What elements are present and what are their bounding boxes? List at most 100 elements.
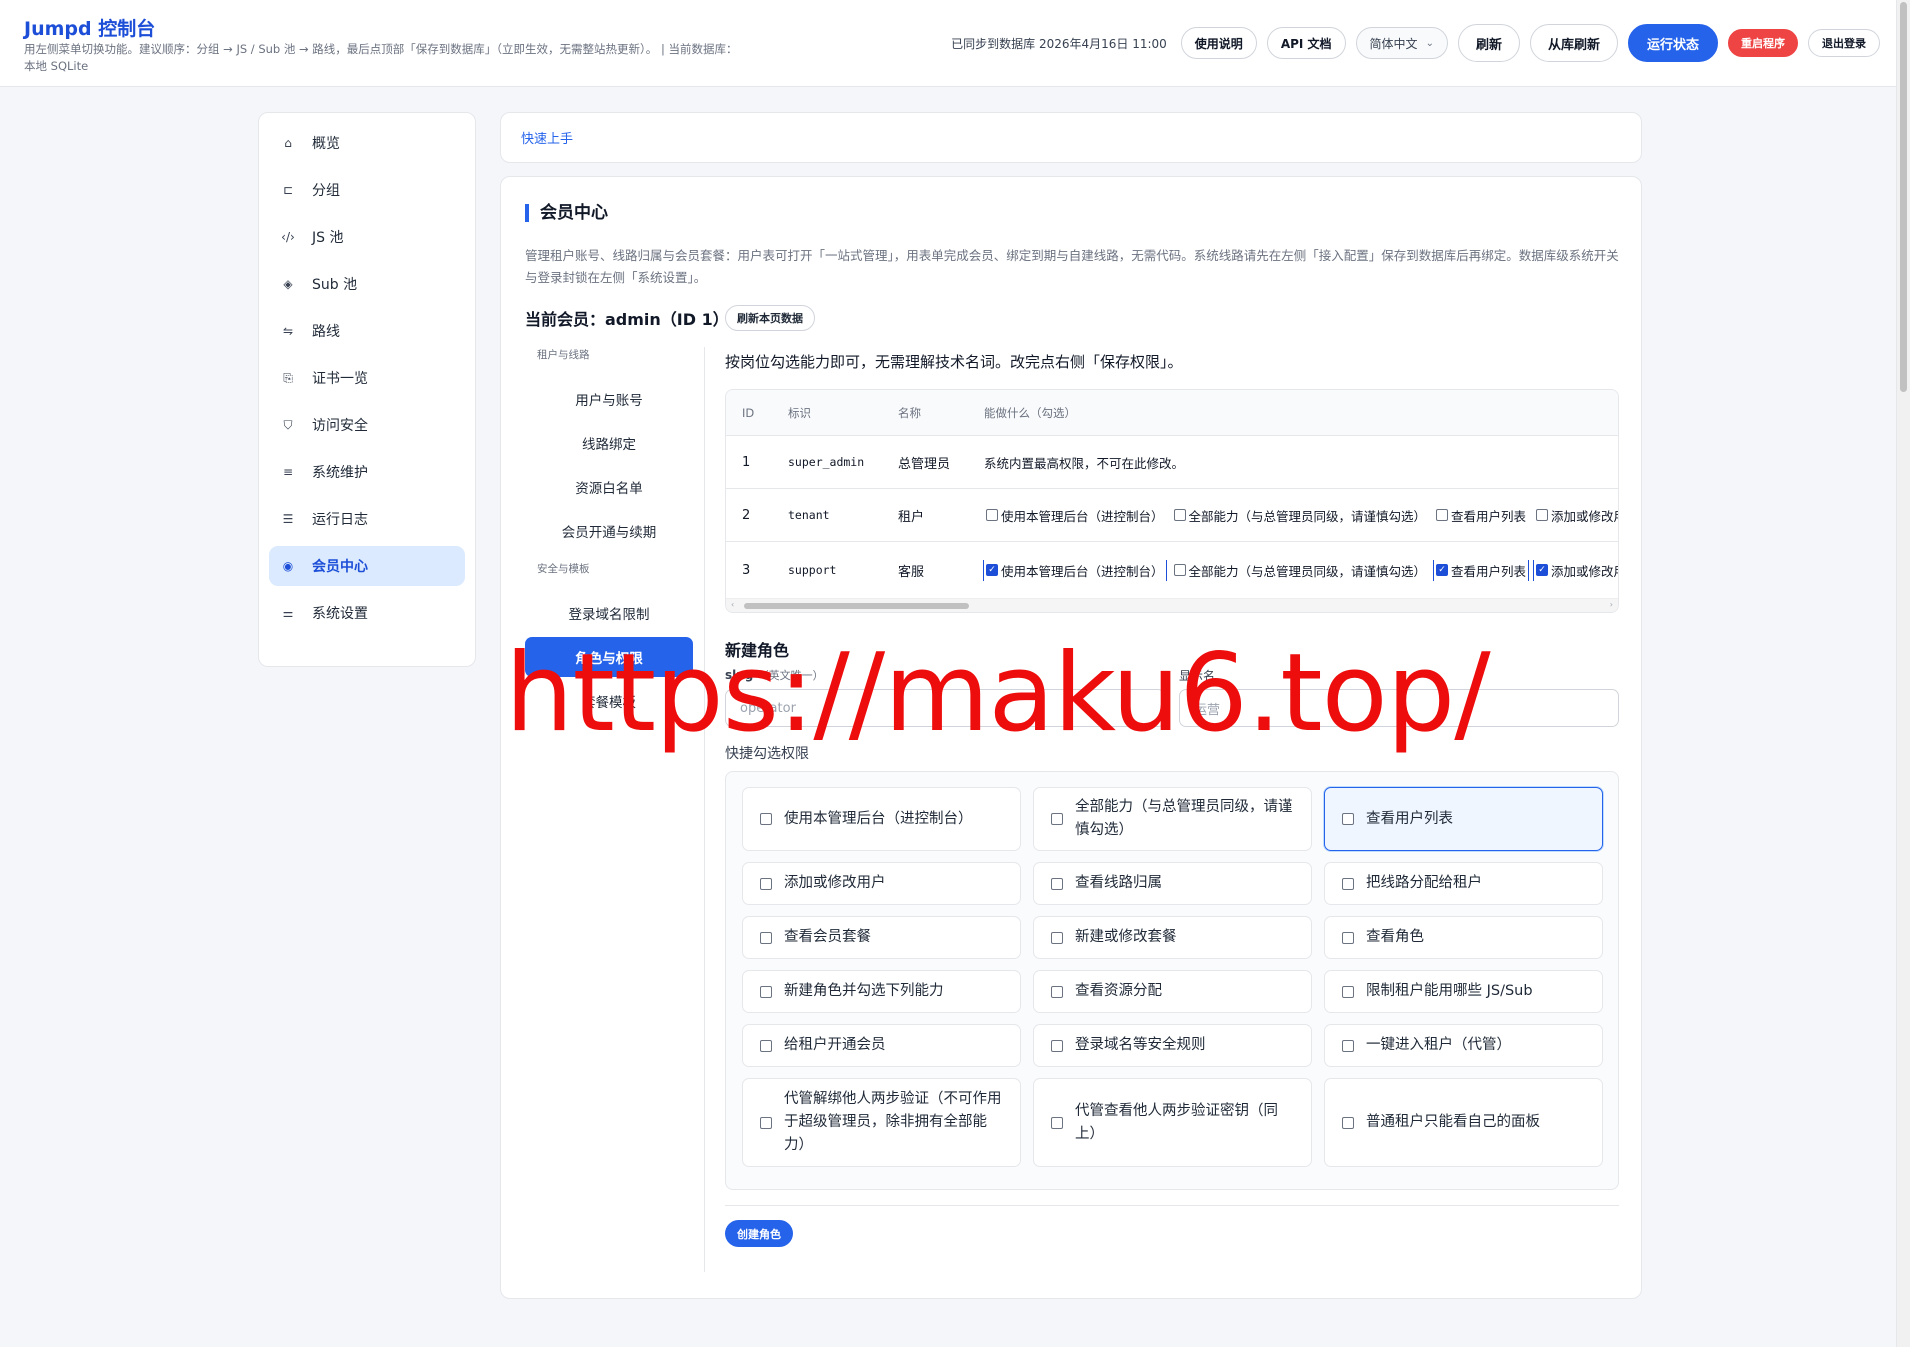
language-select[interactable]: 简体中文 ⌄ [1355,27,1448,59]
help-button[interactable]: 使用说明 [1180,27,1257,59]
page-scrollbar-thumb[interactable] [1900,2,1907,392]
restart-button[interactable]: 重启程序 [1728,29,1798,57]
checkbox-checked-icon[interactable]: ✓ [1436,564,1449,576]
sidebar-item-label: 概览 [312,136,340,152]
subnav-item[interactable]: 会员开通与续期 [525,511,693,551]
checkbox-icon[interactable] [760,985,772,998]
log-icon: ☰ [282,512,294,526]
checkbox-icon[interactable] [1436,509,1449,521]
subnav-item[interactable]: 登录域名限制 [525,593,693,633]
col-name: 名称 [898,405,921,420]
api-docs-button[interactable]: API 文档 [1266,27,1346,59]
capability-checkbox[interactable]: ✓添加或修改用户 [1533,559,1618,581]
sidebar-item-7[interactable]: ≡ 系统维护 [269,452,465,492]
permission-option[interactable]: 全部能力（与总管理员同级，请谨慎勾选） [1033,787,1312,851]
table-horizontal-scrollbar[interactable]: ‹ › [726,598,1618,612]
checkbox-icon[interactable] [986,509,998,521]
permission-option-label: 限制租户能用哪些 JS/Sub [1366,983,1533,999]
table-scrollbar-thumb[interactable] [744,603,969,609]
sidebar-item-5[interactable]: ⎘ 证书一览 [269,358,465,398]
permission-option-label: 新建或修改套餐 [1075,929,1177,945]
permission-option[interactable]: 普通租户只能看自己的面板 [1324,1078,1603,1167]
sidebar-item-1[interactable]: ⊏ 分组 [269,170,465,210]
quick-start-link[interactable]: 快速上手 [500,112,1642,163]
checkbox-icon[interactable] [760,877,772,890]
permission-option[interactable]: 查看用户列表 [1324,787,1603,851]
checkbox-icon[interactable] [1342,1039,1354,1052]
capability-checkbox[interactable]: 全部能力（与总管理员同级，请谨慎勾选） [1172,560,1429,581]
permission-option[interactable]: 查看线路归属 [1033,862,1312,905]
permission-option[interactable]: 把线路分配给租户 [1324,862,1603,905]
sync-status: 已同步到数据库 2026年4月16日 11:00 [951,36,1167,51]
permission-option[interactable]: 新建角色并勾选下列能力 [742,970,1021,1013]
checkbox-icon[interactable] [1342,877,1354,890]
capability-label: 查看用户列表 [1451,508,1527,524]
page-scrollbar[interactable] [1896,0,1910,1347]
checkbox-icon[interactable] [1342,1116,1354,1129]
subnav-item[interactable]: 线路绑定 [525,423,693,463]
capability-checkbox[interactable]: 全部能力（与总管理员同级，请谨慎勾选） [1172,505,1429,526]
checkbox-icon[interactable] [1051,813,1063,825]
checkbox-icon[interactable] [1342,931,1354,944]
checkbox-icon[interactable] [1051,985,1063,998]
logout-button[interactable]: 退出登录 [1808,29,1880,57]
permission-option[interactable]: 给租户开通会员 [742,1024,1021,1067]
create-role-button[interactable]: 创建角色 [725,1220,793,1247]
capability-label: 使用本管理后台（进控制台） [1001,508,1164,524]
checkbox-checked-icon[interactable]: ✓ [986,564,998,576]
permission-option[interactable]: 查看会员套餐 [742,916,1021,959]
checkbox-icon[interactable] [1051,931,1063,944]
sidebar-item-2[interactable]: ‹/› JS 池 [269,217,465,257]
permission-option[interactable]: 新建或修改套餐 [1033,916,1312,959]
checkbox-icon[interactable] [1173,564,1186,576]
certificate-icon: ⎘ [283,370,293,385]
checkbox-icon[interactable] [760,1039,772,1052]
checkbox-icon[interactable] [760,931,772,944]
col-id: ID [742,405,755,420]
header-actions: 已同步到数据库 2026年4月16日 11:00 使用说明 API 文档 简体中… [951,24,1880,62]
permission-option[interactable]: 使用本管理后台（进控制台） [742,787,1021,851]
route-icon: ⇋ [282,324,294,338]
capability-checkbox[interactable]: 添加或修改用户 [1534,505,1618,526]
checkbox-icon[interactable] [1342,813,1354,825]
database-icon: ≡ [282,465,294,479]
checkbox-icon[interactable] [1536,509,1549,521]
checkbox-icon[interactable] [1342,985,1354,998]
subnav-item[interactable]: 用户与账号 [525,379,693,419]
reload-from-db-button[interactable]: 从库刷新 [1529,24,1618,62]
sidebar-item-8[interactable]: ☰ 运行日志 [269,499,465,539]
permission-option[interactable]: 代管解绑他人两步验证（不可作用于超级管理员，除非拥有全部能力） [742,1078,1021,1167]
refresh-button[interactable]: 刷新 [1457,24,1520,62]
permission-option[interactable]: 限制租户能用哪些 JS/Sub [1324,970,1603,1013]
sidebar-item-0[interactable]: ⌂ 概览 [269,123,465,163]
checkbox-icon[interactable] [760,1116,772,1129]
capability-checkbox[interactable]: 使用本管理后台（进控制台） [984,505,1166,526]
checkbox-icon[interactable] [1051,1039,1063,1052]
col-capabilities: 能做什么（勾选） [984,405,1076,420]
run-status-button[interactable]: 运行状态 [1627,24,1718,62]
sidebar-item-9[interactable]: ◉ 会员中心 [269,546,465,586]
scroll-right-icon[interactable]: › [1610,600,1613,609]
permission-option[interactable]: 一键进入租户（代管） [1324,1024,1603,1067]
permission-option[interactable]: 查看资源分配 [1033,970,1312,1013]
capability-checkbox[interactable]: ✓ 使用本管理后台（进控制台） [983,559,1167,581]
sidebar-item-6[interactable]: ⛉ 访问安全 [269,405,465,445]
sidebar-item-3[interactable]: ◈ Sub 池 [269,264,465,304]
role-id: 2 [742,507,751,523]
permission-option[interactable]: 登录域名等安全规则 [1033,1024,1312,1067]
subnav-item[interactable]: 资源白名单 [525,467,693,507]
permission-option[interactable]: 查看角色 [1324,916,1603,959]
refresh-page-data-button[interactable]: 刷新本页数据 [725,305,815,331]
permission-option[interactable]: 添加或修改用户 [742,862,1021,905]
checkbox-checked-icon[interactable]: ✓ [1536,564,1549,576]
checkbox-icon[interactable] [760,813,772,825]
sidebar-item-4[interactable]: ⇋ 路线 [269,311,465,351]
scroll-left-icon[interactable]: ‹ [731,600,734,609]
checkbox-icon[interactable] [1051,1116,1063,1129]
checkbox-icon[interactable] [1173,509,1186,521]
capability-checkbox[interactable]: 查看用户列表 [1434,505,1528,526]
sidebar-item-10[interactable]: ⚌ 系统设置 [269,593,465,633]
permission-option[interactable]: 代管查看他人两步验证密钥（同上） [1033,1078,1312,1167]
capability-checkbox[interactable]: ✓ 查看用户列表 [1433,559,1530,581]
checkbox-icon[interactable] [1051,877,1063,890]
